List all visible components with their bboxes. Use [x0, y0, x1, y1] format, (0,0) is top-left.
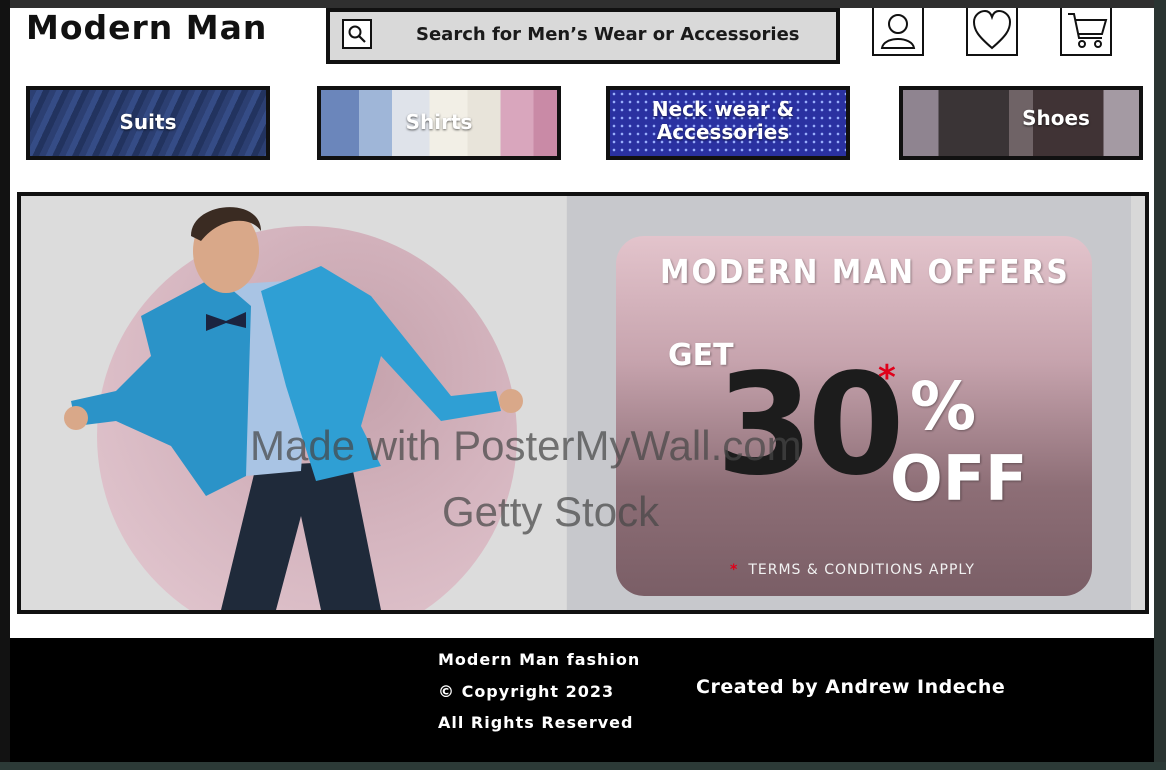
footer: Modern Man fashion © Copyright 2023 All … — [10, 638, 1154, 762]
category-shirts[interactable]: Shirts — [317, 86, 561, 160]
offer-off-text: OFF — [890, 442, 1028, 515]
watermark-line-2: Getty Stock — [442, 488, 660, 535]
window-bottom-frame — [0, 762, 1166, 770]
terms-note: * TERMS & CONDITIONS APPLY — [730, 562, 975, 578]
page: Modern Man Search for Men’s Wear or Acce… — [10, 8, 1154, 762]
category-neckwear-accessories[interactable]: Neck wear & Accessories — [606, 86, 850, 160]
terms-asterisk: * — [730, 562, 739, 578]
wishlist-button[interactable] — [966, 8, 1018, 56]
account-button[interactable] — [872, 8, 924, 56]
user-icon — [880, 14, 916, 49]
offer-title: MODERN MAN OFFERS — [660, 252, 1070, 291]
search-input[interactable]: Search for Men’s Wear or Accessories — [416, 24, 800, 45]
search-icon[interactable] — [342, 19, 372, 49]
brand-logo[interactable]: Modern Man — [26, 8, 267, 47]
footer-copyright: © Copyright 2023 — [438, 682, 615, 701]
terms-text: TERMS & CONDITIONS APPLY — [748, 562, 975, 578]
offer-percent-sign: % — [910, 368, 977, 445]
watermark-line-1: Made with PosterMyWall.com — [250, 422, 802, 469]
window-left-frame — [0, 0, 10, 770]
category-label: Shirts — [405, 110, 473, 134]
footer-company: Modern Man fashion — [438, 650, 641, 669]
category-label: Suits — [119, 110, 177, 134]
category-label: Neck wear & Accessories — [651, 97, 795, 144]
footer-rights: All Rights Reserved — [438, 713, 634, 732]
window-top-frame — [0, 0, 1166, 8]
category-suits[interactable]: Suits — [26, 86, 270, 160]
window-right-frame — [1154, 0, 1166, 770]
cart-button[interactable] — [1060, 8, 1112, 56]
search-bar[interactable]: Search for Men’s Wear or Accessories — [326, 8, 840, 64]
footer-credit: Created by Andrew Indeche — [696, 676, 1006, 698]
offer-asterisk: * — [878, 358, 896, 398]
model-illustration — [64, 207, 523, 610]
category-shoes[interactable]: Shoes — [899, 86, 1143, 160]
heart-icon — [972, 10, 1012, 50]
category-label: Shoes — [1022, 106, 1090, 130]
cart-icon — [1068, 13, 1108, 48]
banner-photo-area — [21, 196, 566, 610]
